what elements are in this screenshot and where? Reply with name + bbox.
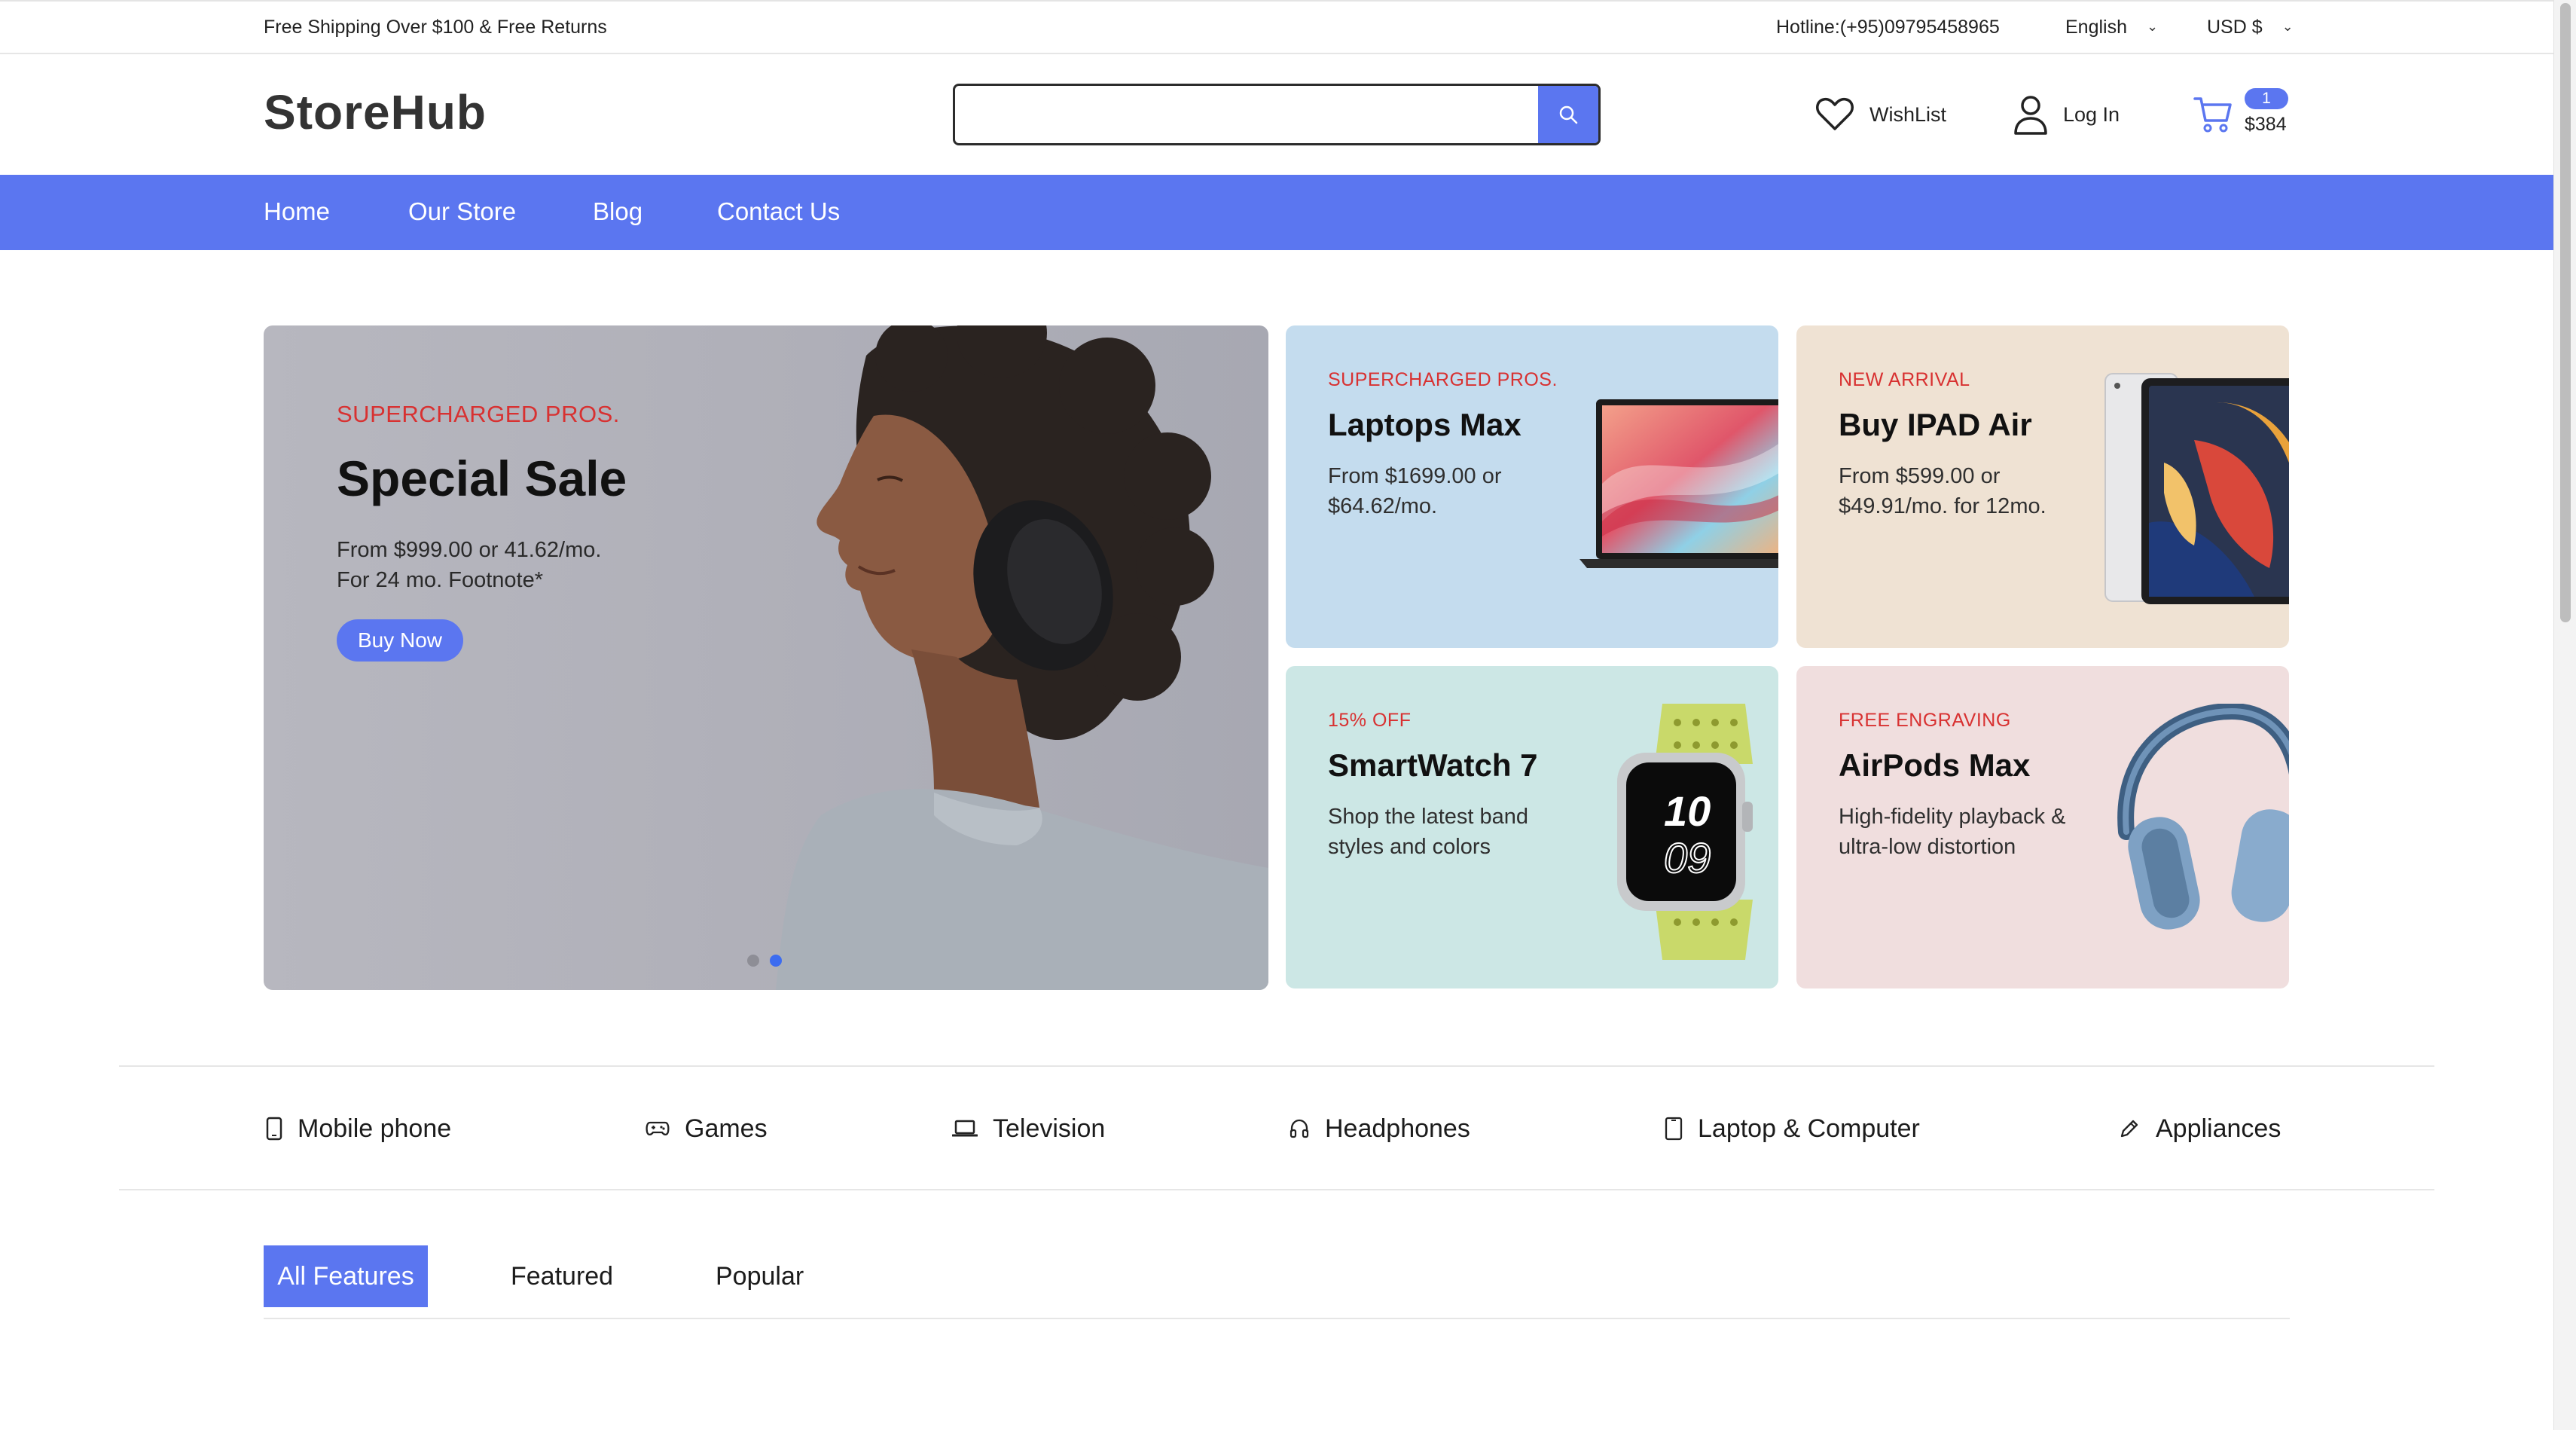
ipad-image [2104,373,2289,604]
category-label: Headphones [1325,1114,1470,1143]
login-label: Log In [2063,102,2120,126]
chevron-down-icon: ⌄ [2281,19,2294,34]
hero-description: From $999.00 or 41.62/mo. For 24 mo. Foo… [337,535,698,595]
site-logo[interactable]: StoreHub [264,84,487,140]
category-label: Mobile phone [298,1114,452,1143]
shipping-notice: Free Shipping Over $100 & Free Returns [264,17,607,38]
tab-all-features[interactable]: All Features [264,1245,428,1307]
cart-total: $384 [2245,114,2287,135]
main-nav: Home Our Store Blog Contact Us [0,175,2553,250]
search-bar [953,84,1601,145]
scrollbar-thumb[interactable] [2560,3,2571,622]
language-label: English [2065,17,2127,38]
promo-title: Laptops Max [1328,407,1521,442]
category-mobile-phone[interactable]: Mobile phone [266,1111,451,1147]
category-television[interactable]: Television [952,1111,1105,1147]
headphones-image [2117,704,2289,930]
cart-icon [2193,97,2232,133]
search-input[interactable] [955,86,1539,143]
buy-now-button[interactable]: Buy Now [337,619,463,662]
carousel-dots [747,955,782,967]
promo-description: High-fidelity playback & ultra-low disto… [1839,802,2110,862]
tab-featured[interactable]: Featured [511,1245,613,1307]
promo-description-line: Shop the latest band [1328,805,1529,829]
gamepad-icon [646,1121,670,1136]
promo-card-smartwatch[interactable]: 15% OFF SmartWatch 7 Shop the latest ban… [1286,666,1778,988]
carousel-dot[interactable] [747,955,759,967]
promo-eyebrow: 15% OFF [1328,710,1412,731]
watch-face-minute: 09 [1664,834,1711,882]
cart-count-badge: 1 [2245,88,2288,109]
promo-card-laptop[interactable]: SUPERCHARGED PROS. Laptops Max From $169… [1286,325,1778,648]
login-link[interactable]: Log In [2013,92,2120,137]
promo-eyebrow: FREE ENGRAVING [1839,710,2011,731]
user-icon [2014,96,2047,135]
hero-eyebrow: SUPERCHARGED PROS. [337,401,620,427]
headphones-icon [1290,1119,1309,1138]
promo-title: Buy IPAD Air [1839,407,2032,442]
promo-description-line: styles and colors [1328,835,1491,859]
heart-icon [1816,97,1854,130]
promo-eyebrow: NEW ARRIVAL [1839,369,1970,390]
search-button[interactable] [1538,86,1598,143]
category-label: Appliances [2156,1114,2281,1143]
chevron-down-icon: ⌄ [2147,19,2159,34]
currency-selector[interactable]: USD $ ⌄ [2207,17,2294,38]
category-label: Games [685,1114,768,1143]
category-laptop-computer[interactable]: Laptop & Computer [1665,1111,1920,1147]
promo-eyebrow: SUPERCHARGED PROS. [1328,369,1558,390]
nav-item-our-store[interactable]: Our Store [408,197,516,226]
wishlist-link[interactable]: WishList [1815,92,1946,137]
promo-card-airpods-max[interactable]: FREE ENGRAVING AirPods Max High-fidelity… [1796,666,2289,988]
wishlist-label: WishList [1869,102,1947,126]
currency-label: USD $ [2207,17,2263,38]
hero-description-line: For 24 mo. Footnote* [337,568,544,592]
promo-description-line: ultra-low distortion [1839,835,2016,859]
promo-description: Shop the latest band styles and colors [1328,802,1599,862]
category-bar: Mobile phone Games Television Headphones… [119,1065,2434,1190]
promo-description-line: $49.91/mo. for 12mo. [1839,494,2046,518]
category-games[interactable]: Games [646,1111,768,1147]
top-utility-bar: Free Shipping Over $100 & Free Returns H… [0,0,2553,54]
hotline-number[interactable]: Hotline:(+95)09795458965 [1776,17,2000,38]
category-appliances[interactable]: Appliances [2118,1111,2281,1147]
language-selector[interactable]: English ⌄ [2065,17,2158,38]
nav-item-contact-us[interactable]: Contact Us [717,197,840,226]
nav-item-home[interactable]: Home [264,197,330,226]
promo-card-ipad[interactable]: NEW ARRIVAL Buy IPAD Air From $599.00 or… [1796,325,2289,648]
smartwatch-image: 10 09 [1617,704,1753,960]
pen-icon [2120,1120,2138,1138]
search-icon [1559,105,1578,124]
category-headphones[interactable]: Headphones [1289,1111,1470,1147]
tab-popular[interactable]: Popular [716,1245,804,1307]
hero-banner[interactable]: SUPERCHARGED PROS. Special Sale From $99… [264,325,1268,990]
woman-with-headphones-image [776,325,1268,990]
promo-description-line: From $599.00 or [1839,464,2001,488]
tablet-icon [1665,1117,1683,1141]
cart-button[interactable]: 1 $384 [2193,88,2291,148]
category-label: Television [993,1114,1106,1143]
site-header: StoreHub WishList Log In 1 $384 [0,54,2553,175]
laptop-icon [952,1120,978,1137]
product-tabs: All Features Featured Popular [264,1245,2290,1319]
page-scrollbar[interactable] [2553,0,2576,1430]
category-label: Laptop & Computer [1698,1114,1920,1143]
nav-item-blog[interactable]: Blog [593,197,642,226]
laptop-image [1579,399,1778,568]
promo-title: AirPods Max [1839,747,2031,783]
mobile-phone-icon [266,1117,282,1141]
promo-title: SmartWatch 7 [1328,747,1538,783]
watch-face-hour: 10 [1664,787,1711,835]
carousel-dot-active[interactable] [770,955,782,967]
hero-title: Special Sale [337,451,627,506]
promo-description-line: High-fidelity playback & [1839,805,2066,829]
promo-description: From $599.00 or $49.91/mo. for 12mo. [1839,461,2110,521]
hero-description-line: From $999.00 or 41.62/mo. [337,538,602,562]
